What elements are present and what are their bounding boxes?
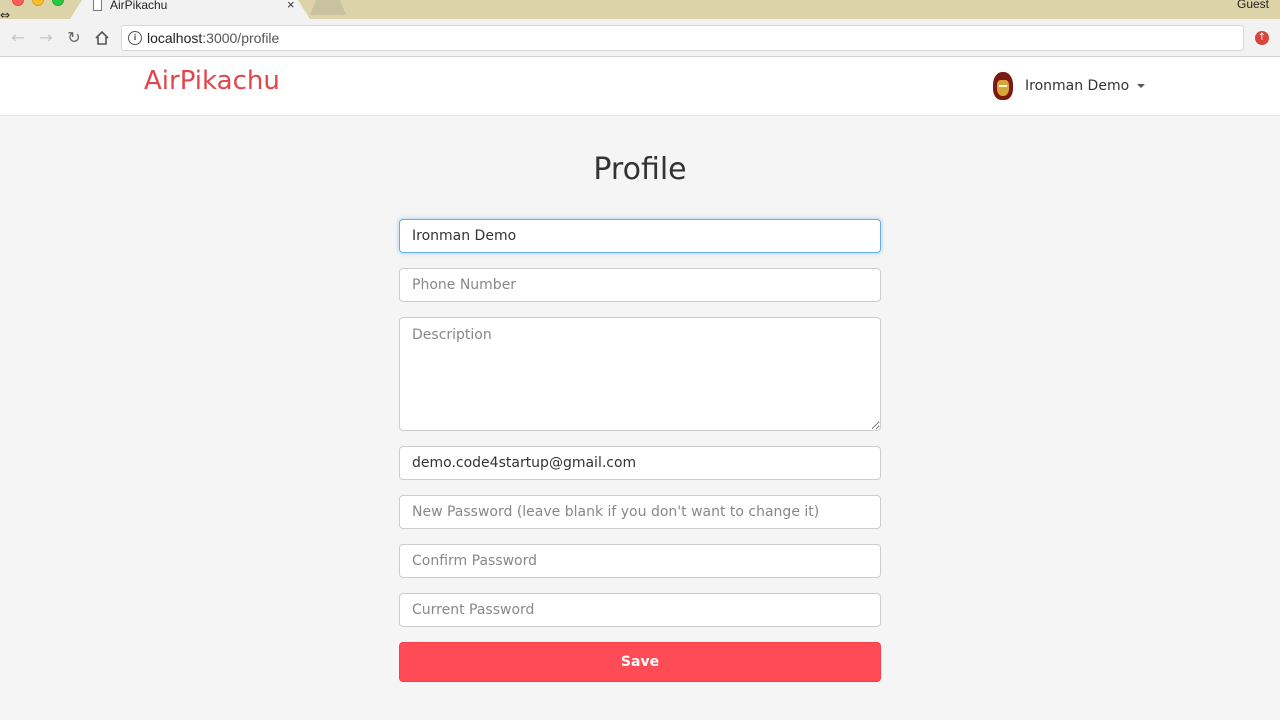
close-window-button[interactable] bbox=[12, 0, 24, 6]
email-input[interactable] bbox=[399, 446, 881, 480]
description-textarea[interactable] bbox=[399, 317, 881, 431]
address-bar[interactable]: i localhost:3000/profile bbox=[121, 25, 1244, 51]
confirm-password-input[interactable] bbox=[399, 544, 881, 578]
close-tab-icon[interactable]: × bbox=[287, 0, 295, 12]
update-icon[interactable]: ↑ bbox=[1255, 31, 1269, 45]
page-title: Profile bbox=[593, 152, 687, 187]
browser-tab[interactable]: AirPikachu × bbox=[70, 0, 310, 19]
avatar bbox=[993, 72, 1013, 100]
new-tab-button[interactable] bbox=[310, 0, 346, 15]
arrow-right-icon[interactable]: → bbox=[36, 28, 56, 48]
arrow-left-icon[interactable]: ← bbox=[8, 28, 28, 48]
current-password-input[interactable] bbox=[399, 593, 881, 627]
brand-logo[interactable]: AirPikachu bbox=[144, 66, 280, 96]
browser-tab-strip: AirPikachu × Guest ⇔ bbox=[0, 0, 1280, 22]
phone-number-input[interactable] bbox=[399, 268, 881, 302]
caret-down-icon bbox=[1137, 84, 1146, 88]
maximize-window-button[interactable] bbox=[52, 0, 64, 6]
browser-profile-button[interactable]: Guest bbox=[1237, 0, 1269, 11]
minimize-window-button[interactable] bbox=[32, 0, 44, 6]
fullname-input[interactable] bbox=[399, 219, 881, 253]
reload-icon[interactable]: ↻ bbox=[64, 28, 84, 48]
url-text: localhost:3000/profile bbox=[147, 30, 280, 46]
tab-title: AirPikachu bbox=[110, 0, 168, 12]
info-icon[interactable]: i bbox=[128, 31, 142, 45]
user-menu[interactable]: Ironman Demo bbox=[993, 71, 1146, 101]
browser-toolbar: ← → ↻ i localhost:3000/profile ↑ bbox=[0, 19, 1280, 57]
new-password-input[interactable] bbox=[399, 495, 881, 529]
document-icon bbox=[93, 0, 102, 11]
user-name: Ironman Demo bbox=[1025, 78, 1130, 94]
save-button[interactable]: Save bbox=[399, 642, 881, 682]
app-navbar: AirPikachu Ironman Demo bbox=[0, 57, 1280, 116]
home-icon[interactable] bbox=[92, 28, 112, 48]
